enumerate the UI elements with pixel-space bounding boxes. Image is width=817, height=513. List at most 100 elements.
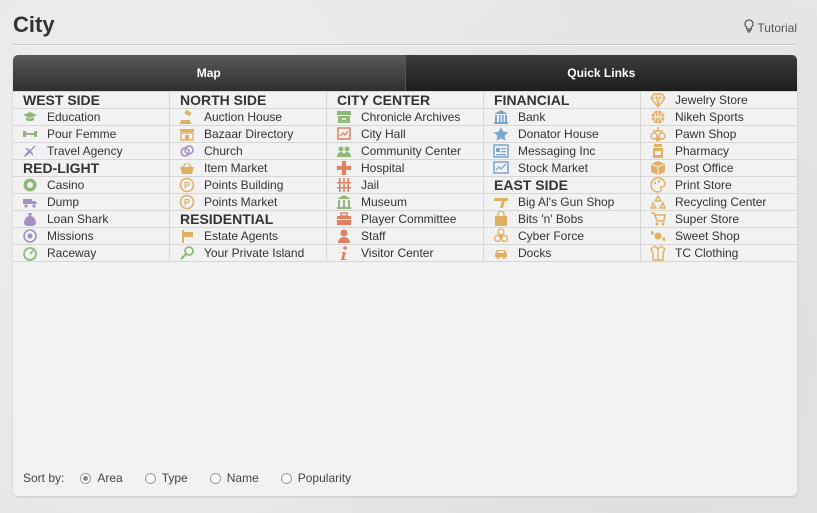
location-link-big-al-s-gun-shop[interactable]: Big Al's Gun Shop [484, 194, 641, 211]
location-label: Museum [361, 195, 408, 209]
location-link-bazaar-directory[interactable]: Bazaar Directory [170, 126, 327, 143]
tab-map[interactable]: Map [13, 55, 405, 91]
location-link-loan-shark[interactable]: Loan Shark [13, 211, 170, 228]
location-link-nikeh-sports[interactable]: Nikeh Sports [641, 109, 797, 126]
location-link-museum[interactable]: Museum [327, 194, 484, 211]
location-link-pharmacy[interactable]: Pharmacy [641, 143, 797, 160]
grid-column: CITY CENTER Chronicle Archives City Hall Co… [327, 92, 484, 262]
location-link-recycling-center[interactable]: Recycling Center [641, 194, 797, 211]
location-link-hospital[interactable]: Hospital [327, 160, 484, 177]
location-grid: WEST SIDE Education Pour Femme Travel Agenc… [13, 91, 797, 262]
location-link-pour-femme[interactable]: Pour Femme [13, 126, 170, 143]
briefcase-icon [336, 211, 352, 227]
section-heading: WEST SIDE [13, 92, 170, 109]
location-link-tc-clothing[interactable]: TC Clothing [641, 245, 797, 262]
location-label: Hospital [361, 161, 405, 175]
signpost-icon [179, 228, 195, 244]
basketball-icon [650, 109, 666, 125]
grid-column: WEST SIDE Education Pour Femme Travel Agenc… [13, 92, 170, 262]
location-label: Dump [47, 195, 80, 209]
location-label: Your Private Island [204, 246, 305, 260]
location-link-jewelry-store[interactable]: Jewelry Store [641, 92, 797, 109]
location-label: Community Center [361, 144, 462, 158]
magnifier-icon [179, 245, 195, 261]
location-link-player-committee[interactable]: Player Committee [327, 211, 484, 228]
location-link-auction-house[interactable]: Auction House [170, 109, 327, 126]
location-label: Bits 'n' Bobs [518, 212, 584, 226]
location-label: City Hall [361, 127, 406, 141]
tab-quick-links[interactable]: Quick Links [404, 55, 797, 91]
location-label: Points Building [204, 178, 284, 192]
location-link-post-office[interactable]: Post Office [641, 160, 797, 177]
jacket-icon [650, 245, 666, 261]
chip-icon [22, 177, 38, 193]
section-heading: FINANCIAL [484, 92, 641, 109]
location-link-staff[interactable]: Staff [327, 228, 484, 245]
location-link-chronicle-archives[interactable]: Chronicle Archives [327, 109, 484, 126]
sort-option-area[interactable]: Area [80, 471, 123, 485]
stock-chart-icon [493, 160, 509, 176]
location-link-stock-market[interactable]: Stock Market [484, 160, 641, 177]
location-label: Loan Shark [47, 212, 109, 226]
location-link-pawn-shop[interactable]: Pawn Shop [641, 126, 797, 143]
location-link-print-store[interactable]: Print Store [641, 177, 797, 194]
location-link-points-market[interactable]: P Points Market [170, 194, 327, 211]
location-label: Visitor Center [361, 246, 434, 260]
location-link-church[interactable]: Church [170, 143, 327, 160]
location-link-dump[interactable]: Dump [13, 194, 170, 211]
location-link-education[interactable]: Education [13, 109, 170, 126]
location-link-docks[interactable]: Docks [484, 245, 641, 262]
palette-icon [650, 177, 666, 193]
location-link-travel-agency[interactable]: Travel Agency [13, 143, 170, 160]
sort-option-label: Area [97, 471, 123, 485]
info-icon [336, 245, 352, 261]
sort-option-label: Name [226, 471, 259, 485]
svg-text:P: P [184, 181, 190, 191]
svg-text:P: P [184, 198, 190, 208]
medical-cross-icon [336, 160, 352, 176]
location-label: Recycling Center [675, 195, 767, 209]
diamond-icon [650, 92, 666, 108]
bars-icon [336, 177, 352, 193]
location-label: Jail [361, 178, 380, 192]
location-link-estate-agents[interactable]: Estate Agents [170, 228, 327, 245]
sort-option-popularity[interactable]: Popularity [280, 471, 351, 485]
gavel-icon [179, 109, 195, 125]
car-icon [493, 245, 509, 261]
location-link-super-store[interactable]: Super Store [641, 211, 797, 228]
location-link-donator-house[interactable]: Donator House [484, 126, 641, 143]
location-label: Pharmacy [675, 144, 730, 158]
location-link-city-hall[interactable]: City Hall [327, 126, 484, 143]
location-label: Points Market [204, 195, 278, 209]
location-link-cyber-force[interactable]: Cyber Force [484, 228, 641, 245]
recycle-icon [650, 194, 666, 210]
tutorial-link[interactable]: Tutorial [743, 19, 797, 36]
location-link-raceway[interactable]: Raceway [13, 245, 170, 262]
storefront-icon [179, 126, 195, 142]
location-label: Nikeh Sports [675, 110, 744, 124]
location-link-bank[interactable]: Bank [484, 109, 641, 126]
radio-icon [280, 472, 292, 484]
grid-column: FINANCIAL Bank Donator House Messaging Inc S… [484, 92, 641, 262]
location-link-community-center[interactable]: Community Center [327, 143, 484, 160]
location-link-messaging-inc[interactable]: Messaging Inc [484, 143, 641, 160]
location-link-bits-n-bobs[interactable]: Bits 'n' Bobs [484, 211, 641, 228]
location-link-your-private-island[interactable]: Your Private Island [170, 245, 327, 262]
location-label: Messaging Inc [518, 144, 596, 158]
location-link-missions[interactable]: Missions [13, 228, 170, 245]
location-link-casino[interactable]: Casino [13, 177, 170, 194]
location-link-sweet-shop[interactable]: Sweet Shop [641, 228, 797, 245]
location-link-visitor-center[interactable]: Visitor Center [327, 245, 484, 262]
location-link-points-building[interactable]: P Points Building [170, 177, 327, 194]
location-label: Item Market [204, 161, 268, 175]
money-bag-icon [22, 211, 38, 227]
location-link-jail[interactable]: Jail [327, 177, 484, 194]
location-label: Big Al's Gun Shop [518, 195, 615, 209]
location-label: Stock Market [518, 161, 589, 175]
sort-option-name[interactable]: Name [209, 471, 259, 485]
location-link-item-market[interactable]: Item Market [170, 160, 327, 177]
candy-icon [650, 228, 666, 244]
sort-option-type[interactable]: Type [144, 471, 188, 485]
location-label: Player Committee [361, 212, 457, 226]
points-p-icon: P [179, 194, 195, 210]
